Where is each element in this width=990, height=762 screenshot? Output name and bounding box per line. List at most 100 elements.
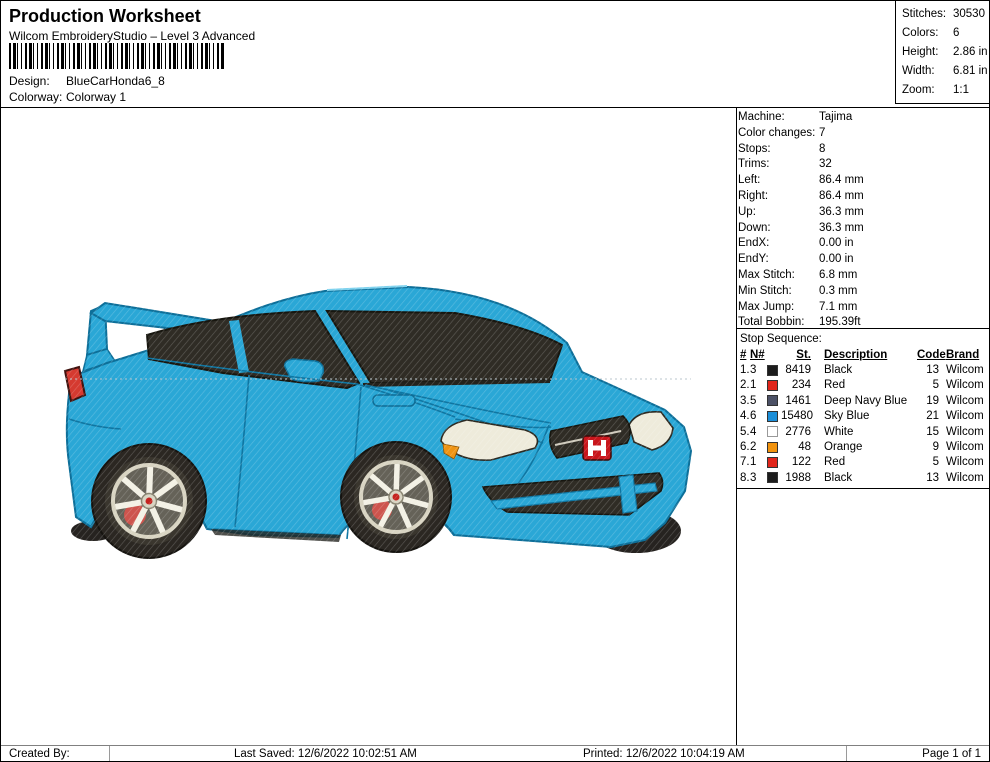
needle-number: 2 xyxy=(750,441,765,453)
design-barcode xyxy=(9,43,225,69)
thread-brand: Wilcom xyxy=(939,456,988,468)
thread-color-swatch xyxy=(767,380,778,391)
thread-code: 5 xyxy=(917,456,939,468)
machine-info-value: 8 xyxy=(819,143,825,155)
thread-code: 19 xyxy=(917,395,939,407)
thread-description: Orange xyxy=(811,441,917,453)
machine-info-value: 0.3 mm xyxy=(819,285,857,297)
footer-page-number: Page 1 of 1 xyxy=(922,748,981,760)
summary-label: Colors: xyxy=(902,24,953,43)
stop-number: 4. xyxy=(740,410,750,422)
stop-sequence-row: 3.51461Deep Navy Blue19Wilcom xyxy=(737,393,990,408)
machine-info-value: 195.39ft xyxy=(819,316,861,328)
thread-color-swatch xyxy=(767,442,778,453)
thread-color-swatch xyxy=(767,472,778,483)
thread-color-swatch xyxy=(767,365,778,376)
summary-label: Width: xyxy=(902,62,953,81)
machine-info-label: EndX: xyxy=(738,236,819,252)
thread-color-swatch xyxy=(767,395,778,406)
summary-label: Height: xyxy=(902,43,953,62)
machine-info-value: Tajima xyxy=(819,111,852,123)
summary-row: Zoom:1:1 xyxy=(902,81,990,100)
needle-number: 1 xyxy=(750,379,765,391)
machine-info-value: 32 xyxy=(819,158,832,170)
thread-description: Black xyxy=(811,364,917,376)
stop-number: 2. xyxy=(740,379,750,391)
stop-number: 3. xyxy=(740,395,750,407)
stop-sequence-header-row: #N#St.DescriptionCodeBrand xyxy=(737,347,990,362)
summary-row: Height:2.86 in xyxy=(902,43,990,62)
machine-info-row: Right:86.4 mm xyxy=(738,189,990,205)
machine-info-row: EndY:0.00 in xyxy=(738,252,990,268)
thread-code: 9 xyxy=(917,441,939,453)
machine-info-value: 36.3 mm xyxy=(819,206,864,218)
machine-info-panel: Machine:TajimaColor changes:7Stops:8Trim… xyxy=(738,110,990,331)
stitch-count: 15480 xyxy=(781,410,811,422)
summary-value: 6 xyxy=(953,27,959,39)
design-summary-box: Stitches:30530Colors:6Height:2.86 inWidt… xyxy=(895,1,990,104)
machine-info-row: Min Stitch:0.3 mm xyxy=(738,284,990,300)
stop-number: 8. xyxy=(740,472,750,484)
stop-column-header: St. xyxy=(781,349,811,361)
thread-brand: Wilcom xyxy=(939,379,988,391)
machine-info-label: Down: xyxy=(738,221,819,237)
machine-info-value: 0.00 in xyxy=(819,237,854,249)
design-row: Design:BlueCarHonda6_8 xyxy=(9,74,165,88)
footer-cell-divider xyxy=(846,746,847,762)
machine-info-row: Color changes:7 xyxy=(738,126,990,142)
thread-code: 13 xyxy=(917,364,939,376)
summary-value: 6.81 in xyxy=(953,65,988,77)
stop-column-header: Description xyxy=(811,349,917,361)
machine-info-label: Stops: xyxy=(738,142,819,158)
needle-number: 4 xyxy=(750,426,765,438)
needle-number: 5 xyxy=(750,395,765,407)
production-worksheet-page: Production Worksheet Wilcom EmbroiderySt… xyxy=(0,0,990,762)
machine-info-row: Stops:8 xyxy=(738,142,990,158)
machine-info-row: Left:86.4 mm xyxy=(738,173,990,189)
stop-number: 6. xyxy=(740,441,750,453)
machine-info-row: Max Jump:7.1 mm xyxy=(738,300,990,316)
thread-brand: Wilcom xyxy=(939,426,988,438)
stop-sequence-row: 5.42776White15Wilcom xyxy=(737,424,990,439)
design-label: Design: xyxy=(9,74,66,88)
stop-column-header: N# xyxy=(750,349,765,361)
thread-description: White xyxy=(811,426,917,438)
thread-brand: Wilcom xyxy=(939,472,988,484)
machine-info-value: 6.8 mm xyxy=(819,269,857,281)
stop-sequence-row: 7.1122Red5Wilcom xyxy=(737,455,990,470)
machine-info-row: Up:36.3 mm xyxy=(738,205,990,221)
thread-color-swatch xyxy=(767,411,778,422)
colorway-value: Colorway 1 xyxy=(66,90,126,104)
stop-number: 1. xyxy=(740,364,750,376)
machine-info-row: Down:36.3 mm xyxy=(738,221,990,237)
thread-color-swatch xyxy=(767,457,778,468)
app-subtitle: Wilcom EmbroideryStudio – Level 3 Advanc… xyxy=(9,29,255,43)
summary-row: Stitches:30530 xyxy=(902,5,990,24)
machine-info-label: Up: xyxy=(738,205,819,221)
machine-info-label: Left: xyxy=(738,173,819,189)
colorway-label: Colorway: xyxy=(9,90,66,104)
stop-sequence-row: 6.248Orange9Wilcom xyxy=(737,439,990,454)
stitch-count: 48 xyxy=(781,441,811,453)
needle-number: 1 xyxy=(750,456,765,468)
stop-column-header: Code xyxy=(917,349,939,361)
footer-last-saved: Last Saved: 12/6/2022 10:02:51 AM xyxy=(234,748,417,760)
machine-info-value: 86.4 mm xyxy=(819,190,864,202)
machine-info-value: 36.3 mm xyxy=(819,222,864,234)
summary-row: Colors:6 xyxy=(902,24,990,43)
footer-created-by: Created By: xyxy=(9,748,70,760)
stop-sequence-row: 4.615480Sky Blue21Wilcom xyxy=(737,409,990,424)
footer-cell-divider xyxy=(109,746,110,762)
machine-info-label: Machine: xyxy=(738,110,819,126)
machine-info-row: Max Stitch:6.8 mm xyxy=(738,268,990,284)
needle-number: 3 xyxy=(750,364,765,376)
stitch-count: 234 xyxy=(781,379,811,391)
summary-label: Zoom: xyxy=(902,81,953,100)
machine-info-label: Max Jump: xyxy=(738,300,819,316)
summary-label: Stitches: xyxy=(902,5,953,24)
machine-info-label: Min Stitch: xyxy=(738,284,819,300)
footer-printed: Printed: 12/6/2022 10:04:19 AM xyxy=(583,748,745,760)
thread-brand: Wilcom xyxy=(939,364,988,376)
header-divider xyxy=(1,107,989,108)
stitch-count: 1988 xyxy=(781,472,811,484)
